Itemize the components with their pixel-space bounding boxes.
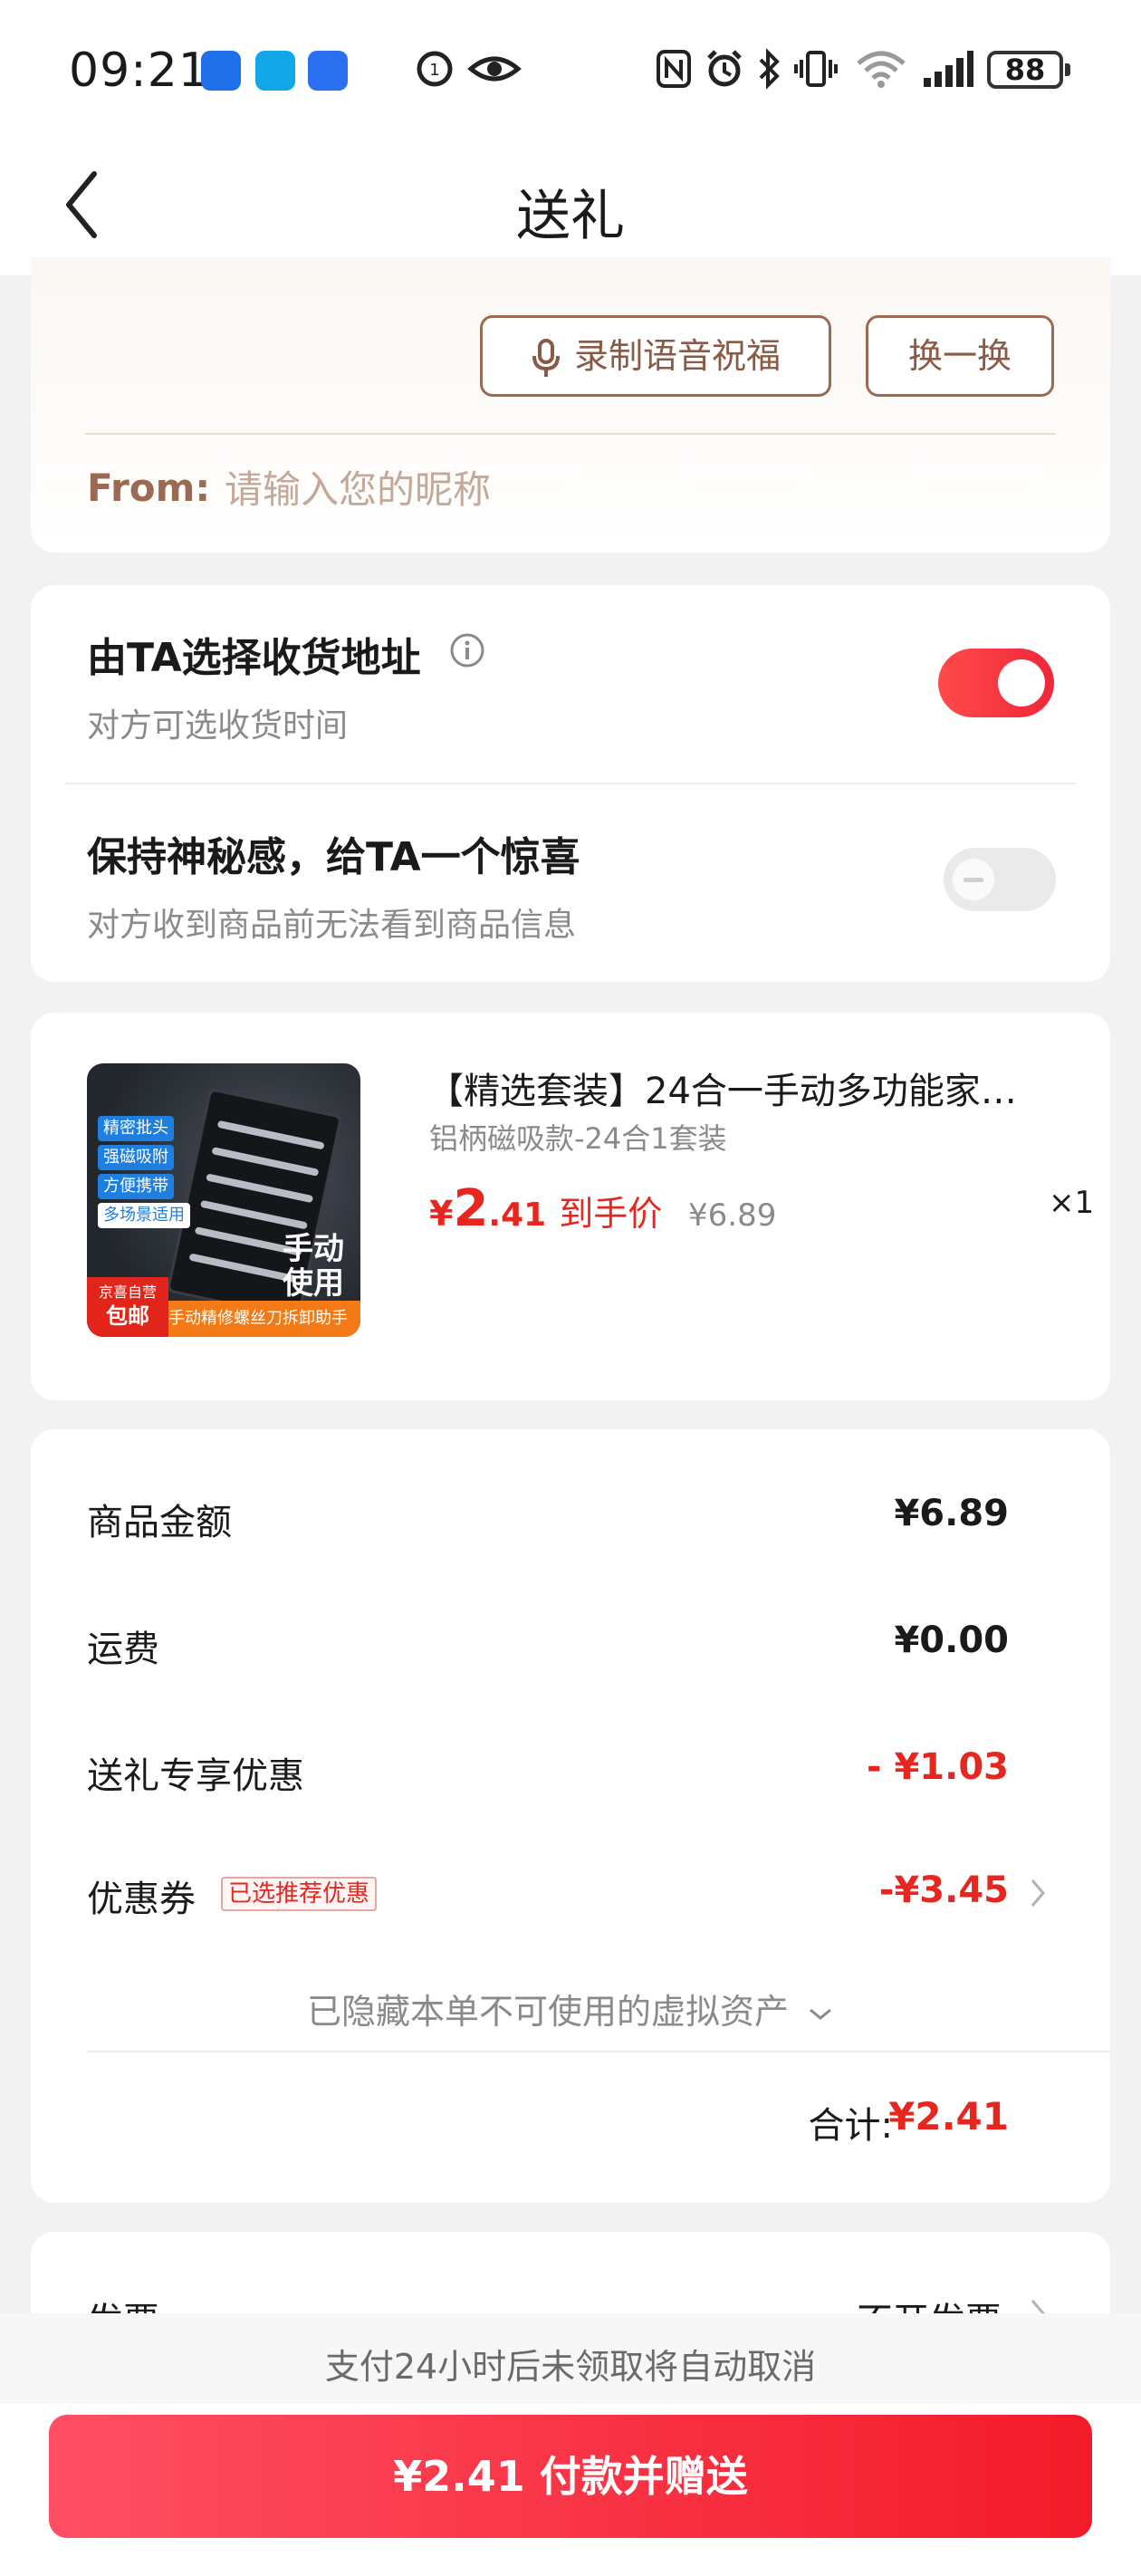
nav-header: 送礼 <box>0 136 1141 275</box>
bit-graphic <box>216 1120 325 1150</box>
address-toggle[interactable] <box>938 649 1054 717</box>
address-option-subtitle: 对方可选收货时间 <box>87 707 349 745</box>
nfc-icon <box>657 50 691 88</box>
price-integer: 2 <box>453 1179 489 1238</box>
shipping-label: 运费 <box>87 1629 159 1670</box>
product-image[interactable]: 精密批头 强磁吸附 方便携带 多场景适用 手动 使用 手动精修螺丝刀拆卸助手 京… <box>87 1063 360 1337</box>
data-saver-icon: 1 <box>417 51 453 87</box>
auto-cancel-note: 支付24小时后未领取将自动取消 <box>324 2347 817 2387</box>
app-notification-icon <box>308 51 348 91</box>
jd-badge-line2: 包邮 <box>106 1303 149 1329</box>
mystery-option-title: 保持神秘感，给TA一个惊喜 <box>87 834 580 880</box>
hidden-assets-label: 已隐藏本单不可使用的虚拟资产 <box>306 1992 789 2032</box>
page-title: 送礼 <box>516 185 625 248</box>
from-label: From: <box>87 466 211 510</box>
toggle-knob <box>953 859 994 900</box>
bit-graphic <box>188 1253 297 1283</box>
divider <box>87 2051 1110 2052</box>
battery-indicator: 88 <box>987 51 1070 89</box>
chevron-down-icon <box>810 2008 831 2020</box>
toggle-knob <box>998 659 1045 706</box>
svg-text:1: 1 <box>429 61 439 80</box>
product-feature-tag: 精密批头 <box>98 1116 174 1141</box>
product-use-label: 手动 使用 <box>283 1231 344 1302</box>
swap-button[interactable]: 换一换 <box>866 315 1054 397</box>
gift-options-card: 由TA选择收货地址 对方可选收货时间 保持神秘感，给TA一个惊喜 对方收到商品前… <box>31 585 1110 982</box>
wifi-icon <box>857 51 906 88</box>
product-title[interactable]: 【精选套装】24合一手动多功能家… <box>427 1062 1061 1114</box>
divider <box>85 433 1056 435</box>
jd-badge: 京喜自营 包邮 <box>87 1277 168 1337</box>
original-price: ¥6.89 <box>688 1197 777 1234</box>
goods-amount-value: ¥6.89 <box>894 1493 1009 1534</box>
product-card: 精密批头 强磁吸附 方便携带 多场景适用 手动 使用 手动精修螺丝刀拆卸助手 京… <box>31 1013 1110 1400</box>
eye-icon <box>467 56 522 82</box>
hidden-assets-toggle[interactable]: 已隐藏本单不可使用的虚拟资产 <box>31 1984 1110 2033</box>
coupon-value[interactable]: -¥3.45 <box>879 1870 1009 1911</box>
divider <box>65 783 1076 784</box>
greeting-card: 录制语音祝福 换一换 From: <box>31 257 1110 553</box>
app-notification-icon <box>201 51 241 91</box>
signal-icon <box>924 51 973 87</box>
status-time: 09:21 <box>69 43 209 98</box>
info-icon[interactable] <box>449 632 485 668</box>
mystery-option-subtitle: 对方收到商品前无法看到商品信息 <box>87 907 577 944</box>
jd-badge-line1: 京喜自营 <box>98 1283 157 1301</box>
coupon-recommended-badge: 已选推荐优惠 <box>221 1877 378 1911</box>
status-bar: 09:21 1 88 <box>0 0 1141 136</box>
record-voice-label: 录制语音祝福 <box>573 336 781 376</box>
mystery-toggle[interactable] <box>944 848 1056 911</box>
product-spec: 铝柄磁吸款-24合1套装 <box>429 1121 727 1156</box>
final-price: ¥2.41 到手价 <box>429 1179 662 1238</box>
price-label: 到手价 <box>559 1194 663 1234</box>
bit-graphic <box>199 1199 308 1230</box>
microphone-icon <box>532 338 560 377</box>
chevron-right-icon[interactable] <box>1029 1877 1047 1909</box>
total-value: ¥2.41 <box>888 2094 1009 2139</box>
alarm-icon <box>707 50 742 87</box>
price-summary-card: 商品金额 ¥6.89 运费 ¥0.00 送礼专享优惠 - ¥1.03 优惠券 已… <box>31 1429 1110 2203</box>
gift-discount-label: 送礼专享优惠 <box>87 1755 304 1797</box>
product-feature-tag: 强磁吸附 <box>98 1145 174 1170</box>
price-symbol: ¥ <box>429 1194 454 1234</box>
bit-graphic <box>211 1147 320 1177</box>
record-voice-button[interactable]: 录制语音祝福 <box>480 315 831 397</box>
product-feature-tag: 多场景适用 <box>98 1203 190 1228</box>
quantity: ×1 <box>1049 1185 1095 1221</box>
product-feature-tag: 方便携带 <box>98 1174 174 1199</box>
shipping-value: ¥0.00 <box>894 1620 1009 1661</box>
price-decimal: .41 <box>488 1197 547 1234</box>
bluetooth-icon <box>759 48 780 90</box>
gift-discount-value: - ¥1.03 <box>866 1746 1009 1788</box>
coupon-label[interactable]: 优惠券 <box>87 1870 196 1922</box>
pay-and-gift-button[interactable]: ¥2.41 付款并赠送 <box>49 2415 1092 2538</box>
goods-amount-label: 商品金额 <box>87 1502 232 1543</box>
nickname-input[interactable] <box>225 462 768 516</box>
bit-graphic <box>206 1173 314 1204</box>
vibrate-icon <box>794 51 838 87</box>
checkout-bar: 支付24小时后未领取将自动取消 ¥2.41 付款并赠送 <box>0 2313 1141 2576</box>
total-label: 合计: <box>808 2105 893 2147</box>
app-notification-icon <box>255 51 295 91</box>
address-option-title: 由TA选择收货地址 <box>87 635 421 681</box>
